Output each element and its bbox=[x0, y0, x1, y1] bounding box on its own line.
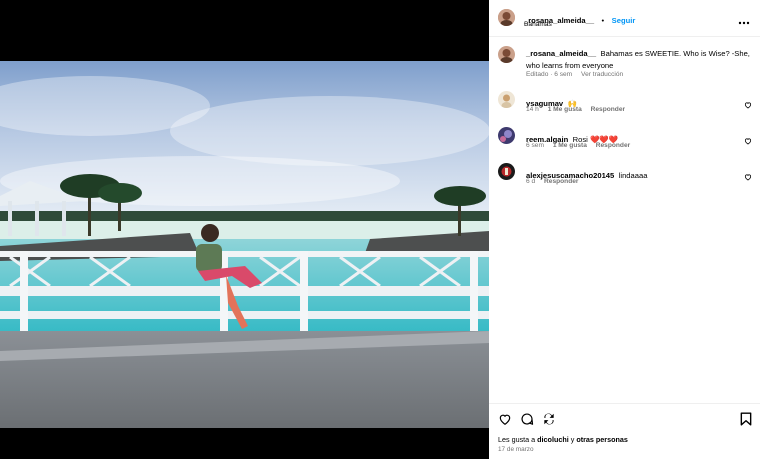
likes-summary: Les gusta a dicoluchi y otras personas bbox=[498, 435, 628, 444]
see-translation-link[interactable]: Ver traducción bbox=[581, 71, 623, 78]
reply-button[interactable]: Responder bbox=[596, 142, 630, 149]
comment-avatar[interactable] bbox=[498, 163, 515, 180]
separator-dot: • bbox=[601, 16, 605, 25]
comment-time: 14 h bbox=[526, 106, 539, 113]
post-media bbox=[0, 0, 489, 459]
caption-edited: Editado · 6 sem bbox=[526, 71, 573, 78]
post-actions: Les gusta a dicoluchi y otras personas 1… bbox=[489, 403, 760, 459]
liked-prefix: Les gusta a bbox=[498, 435, 536, 444]
liked-others-link[interactable]: otras personas bbox=[576, 435, 628, 444]
caption-avatar[interactable] bbox=[498, 46, 515, 63]
author-avatar[interactable] bbox=[498, 9, 515, 26]
more-options-icon[interactable] bbox=[738, 13, 750, 25]
heart-icon[interactable] bbox=[498, 412, 512, 426]
reply-button[interactable]: Responder bbox=[591, 106, 625, 113]
comment-like-heart-icon[interactable] bbox=[744, 96, 752, 109]
comment-avatar[interactable] bbox=[498, 91, 515, 108]
liked-and: y bbox=[570, 435, 575, 444]
reply-button[interactable]: Responder bbox=[544, 178, 578, 185]
post-photo[interactable] bbox=[0, 61, 489, 428]
avatar-image bbox=[498, 9, 515, 26]
comment-time: 6 d bbox=[526, 178, 536, 185]
comment-avatar[interactable] bbox=[498, 127, 515, 144]
follow-button[interactable]: Seguir bbox=[612, 16, 636, 25]
comment-text: lindaaaa bbox=[618, 171, 648, 180]
share-icon[interactable] bbox=[542, 412, 556, 426]
post-details-panel: _rosana_almeida__ • Seguir Bahamas _rosa… bbox=[489, 0, 760, 459]
comment-like-heart-icon[interactable] bbox=[744, 132, 752, 145]
comment-likes[interactable]: 1 Me gusta bbox=[548, 106, 582, 113]
post-date[interactable]: 17 de marzo bbox=[498, 446, 534, 453]
beach-pier-photo bbox=[0, 61, 489, 428]
comment-like-heart-icon[interactable] bbox=[744, 168, 752, 181]
bookmark-icon[interactable] bbox=[740, 412, 752, 426]
comment-time: 6 sem bbox=[526, 142, 544, 149]
comment-likes[interactable]: 1 Me gusta bbox=[553, 142, 587, 149]
caption-username[interactable]: _rosana_almeida__ bbox=[526, 49, 596, 58]
liked-user-link[interactable]: dicoluchi bbox=[537, 435, 569, 444]
post-header: _rosana_almeida__ • Seguir Bahamas bbox=[489, 0, 760, 37]
comment-icon[interactable] bbox=[520, 412, 534, 426]
post-location[interactable]: Bahamas bbox=[524, 21, 552, 28]
